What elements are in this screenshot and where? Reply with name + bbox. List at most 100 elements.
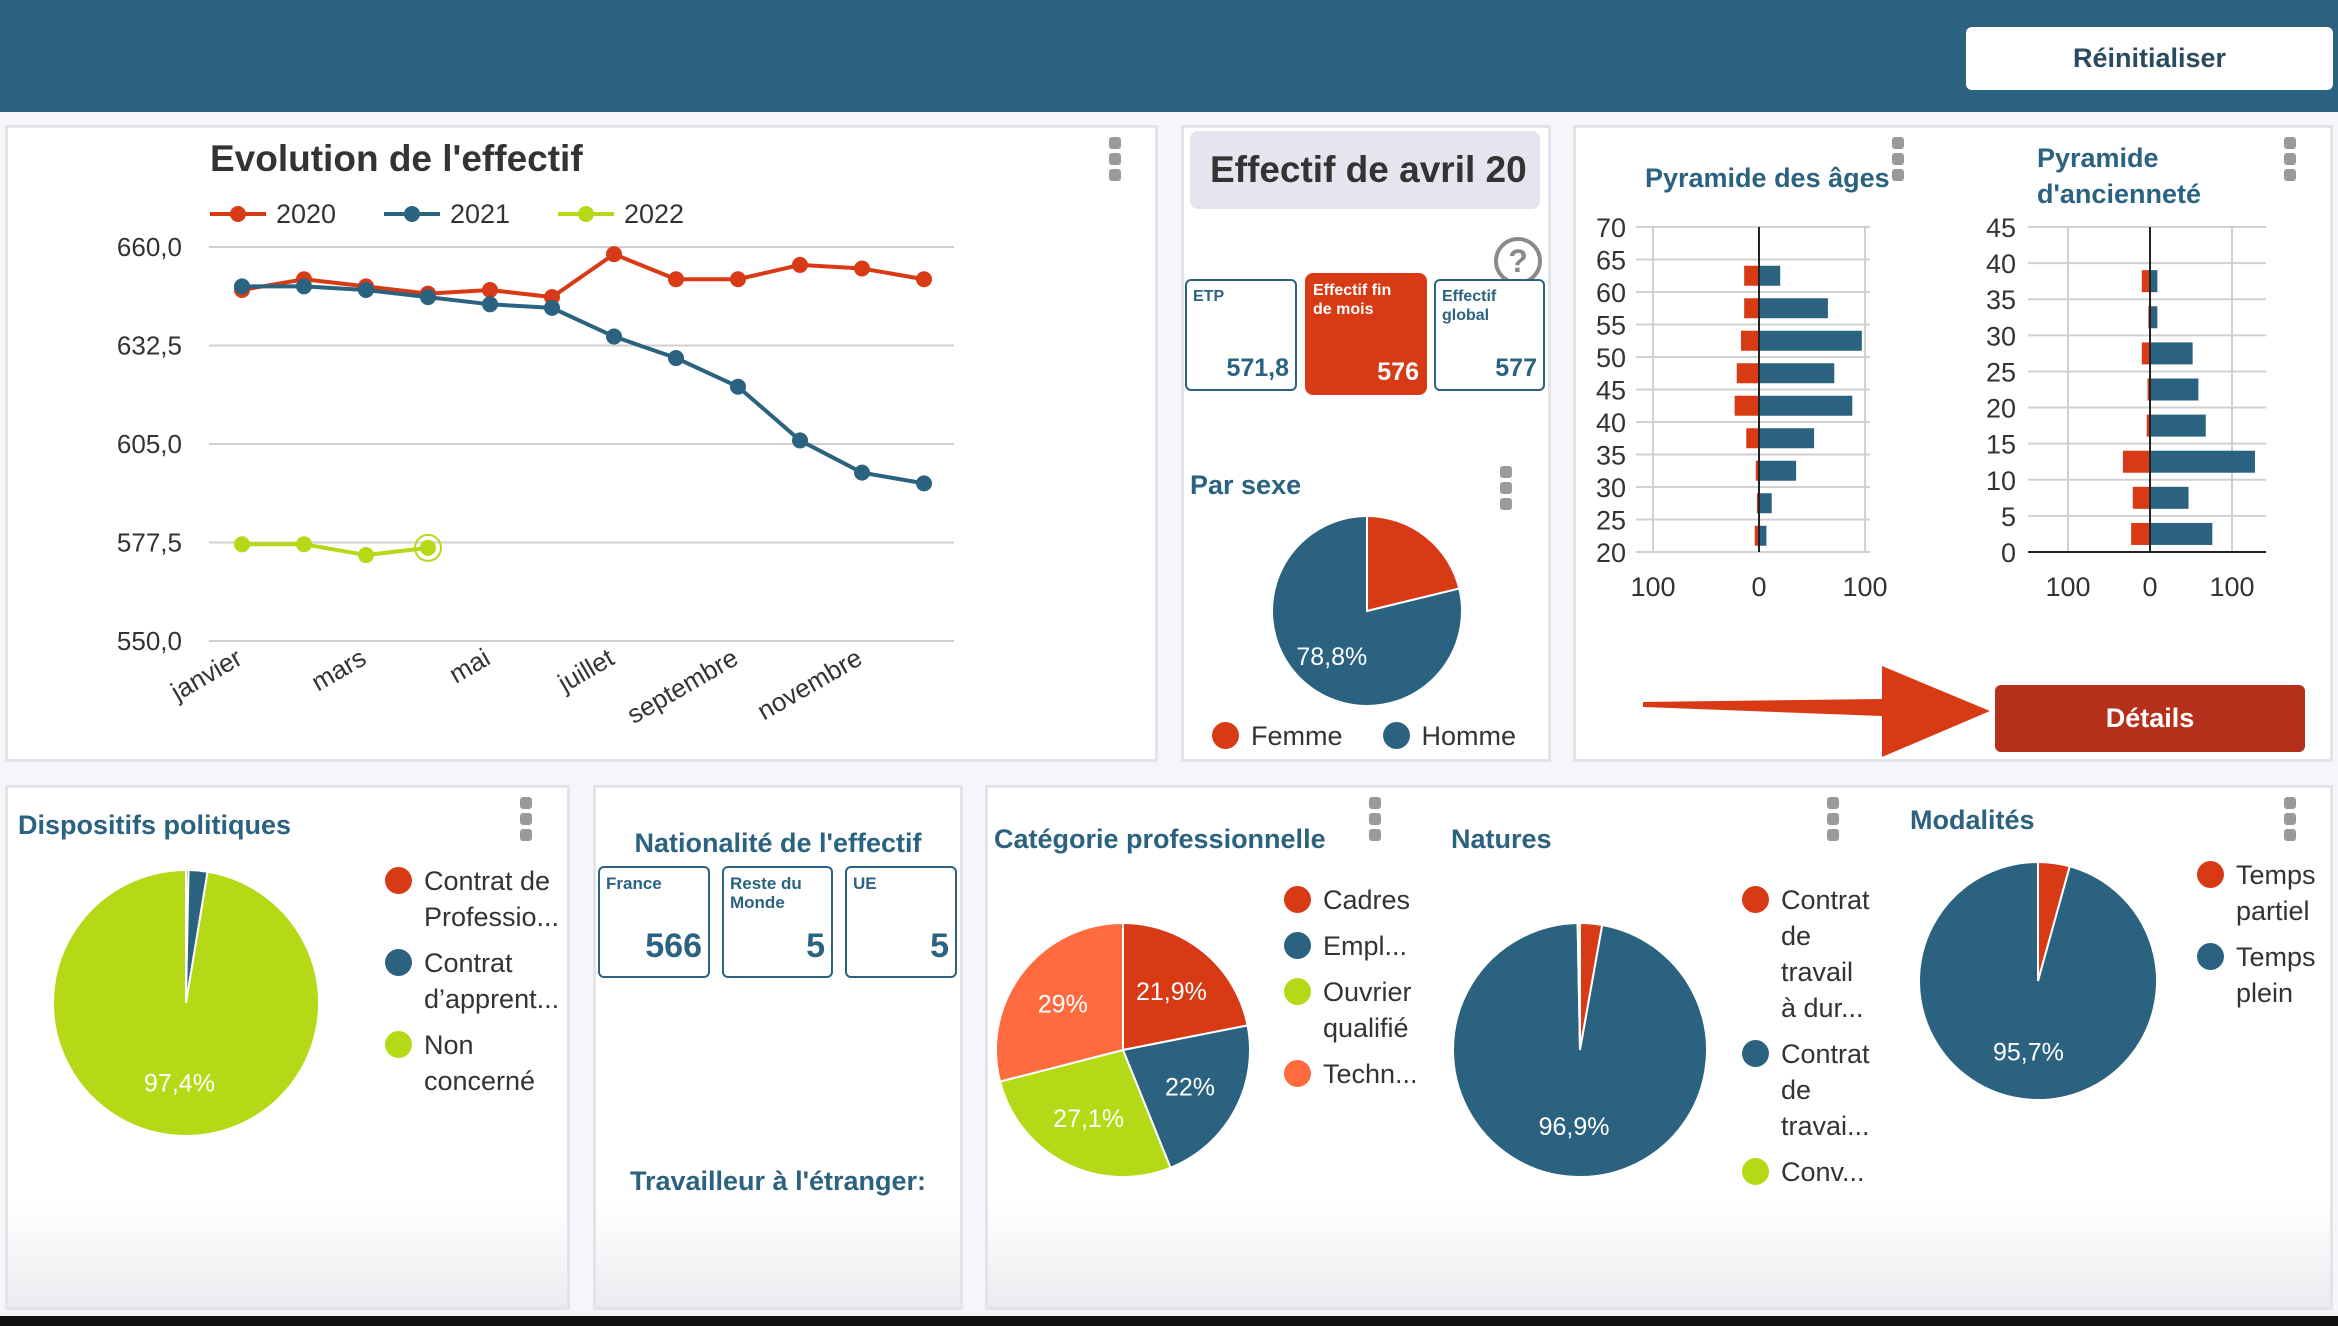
pie-slice-label: 95,7% <box>1993 1039 2064 1067</box>
x-tick-label: 0 <box>2142 572 2157 602</box>
bar <box>1734 395 1759 416</box>
data-point <box>358 281 374 298</box>
data-point <box>606 328 622 345</box>
charts-layer: 660,0632,5605,0577,5550,0janvier mars mai j… <box>52 199 2266 1178</box>
y-tick-label: 25 <box>1596 506 1626 536</box>
data-point <box>730 378 746 395</box>
y-tick-label: 632,5 <box>117 331 182 361</box>
y-tick-label: 605,0 <box>117 429 182 459</box>
data-point <box>792 432 808 449</box>
bar <box>2150 414 2206 437</box>
arrow-right-icon <box>1643 666 1990 757</box>
data-point <box>420 539 436 556</box>
bar <box>1736 363 1759 384</box>
bar <box>2141 270 2150 293</box>
pie-slice-label: 21,9% <box>1136 978 1207 1006</box>
series-line-2021 <box>242 284 925 486</box>
y-tick-label: 5 <box>2001 502 2016 532</box>
data-point <box>234 536 250 553</box>
y-tick-label: 60 <box>1596 278 1626 308</box>
y-tick-label: 20 <box>1986 394 2016 424</box>
x-tick-label: 100 <box>2209 572 2254 602</box>
x-tick-label: 100 <box>1842 572 1887 602</box>
y-tick-label: 40 <box>1986 249 2016 279</box>
legend-label: 2021 <box>450 199 510 229</box>
y-tick-label: 50 <box>1596 343 1626 373</box>
data-point <box>854 260 870 277</box>
bar <box>2150 306 2158 329</box>
y-tick-label: 25 <box>1986 357 2016 387</box>
data-point <box>792 256 808 273</box>
data-point <box>730 271 746 288</box>
pie-slice-label: 27,1% <box>1053 1105 1124 1133</box>
y-tick-label: 35 <box>1986 285 2016 315</box>
data-point <box>544 299 560 316</box>
bar <box>1759 395 1853 416</box>
data-point <box>358 547 374 564</box>
y-tick-label: 20 <box>1596 538 1626 568</box>
x-tick-label: septembre <box>622 642 743 729</box>
bottom-bar <box>0 1316 2338 1326</box>
y-tick-label: 65 <box>1596 246 1626 276</box>
x-tick-label: 100 <box>2045 572 2090 602</box>
data-point <box>916 271 932 288</box>
data-point <box>668 350 684 367</box>
data-point <box>854 464 870 481</box>
legend-label: 2020 <box>276 199 336 229</box>
y-tick-label: 660,0 <box>117 232 182 262</box>
x-tick-label: 100 <box>1630 572 1675 602</box>
bar <box>2150 378 2199 401</box>
bar <box>2122 450 2150 473</box>
x-tick-label: juillet <box>552 642 620 698</box>
data-point <box>916 475 932 492</box>
y-tick-label: 35 <box>1596 441 1626 471</box>
y-tick-label: 10 <box>1986 466 2016 496</box>
bar <box>1759 363 1835 384</box>
bar <box>1740 330 1759 351</box>
bar <box>2150 450 2255 473</box>
y-tick-label: 577,5 <box>117 528 182 558</box>
pie-slice-label: 29% <box>1038 990 1088 1018</box>
bar <box>1759 525 1767 546</box>
bar <box>2131 522 2150 545</box>
data-point <box>296 278 312 295</box>
y-tick-label: 40 <box>1596 408 1626 438</box>
pie-slice-label: 78,8% <box>1296 643 1367 671</box>
bar <box>1759 493 1772 514</box>
data-point <box>606 246 622 263</box>
bar <box>1759 428 1815 449</box>
bar <box>2150 522 2213 545</box>
bar <box>1744 298 1759 319</box>
bar <box>2150 342 2193 365</box>
series-line-2022 <box>242 542 429 558</box>
data-point <box>296 536 312 553</box>
pie-slice-label: 22% <box>1165 1073 1215 1101</box>
pie-slice-label: 96,9% <box>1539 1113 1610 1141</box>
data-point <box>234 278 250 295</box>
y-tick-label: 30 <box>1596 473 1626 503</box>
data-point <box>420 289 436 306</box>
y-tick-label: 55 <box>1596 311 1626 341</box>
y-tick-label: 15 <box>1986 430 2016 460</box>
data-point <box>482 296 498 313</box>
y-tick-label: 30 <box>1986 321 2016 351</box>
y-tick-label: 45 <box>1596 376 1626 406</box>
legend-label: 2022 <box>624 199 684 229</box>
legend-marker <box>578 206 594 222</box>
x-tick-label: 0 <box>1751 572 1766 602</box>
bar <box>2132 486 2150 509</box>
y-tick-label: 550,0 <box>117 626 182 656</box>
bar <box>1746 428 1759 449</box>
x-tick-label: novembre <box>752 642 867 726</box>
bar <box>2141 342 2150 365</box>
y-tick-label: 45 <box>1986 213 2016 243</box>
bar <box>2150 270 2158 293</box>
legend-marker <box>230 206 246 222</box>
bar <box>1759 460 1797 481</box>
y-tick-label: 0 <box>2001 538 2016 568</box>
x-tick-label: mars <box>306 642 371 697</box>
data-point <box>482 281 498 298</box>
y-tick-label: 70 <box>1596 213 1626 243</box>
bar <box>2150 486 2189 509</box>
legend-marker <box>404 206 420 222</box>
